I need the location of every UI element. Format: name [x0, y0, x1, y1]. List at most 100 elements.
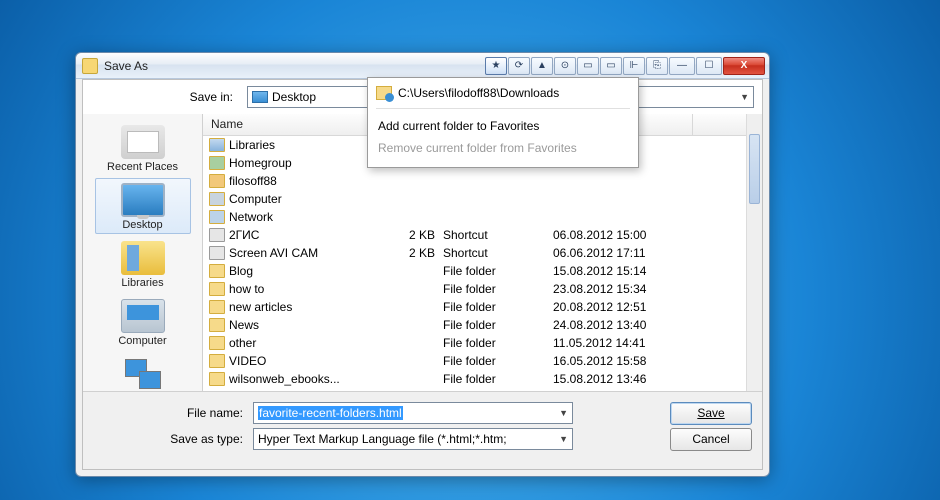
file-date: 23.08.2012 15:34: [553, 282, 693, 296]
file-icon: [209, 354, 225, 368]
file-name: News: [229, 318, 383, 332]
saveastype-combo[interactable]: Hyper Text Markup Language file (*.html;…: [253, 428, 573, 450]
file-icon: [209, 138, 225, 152]
toolbar-favorites-button[interactable]: ★: [485, 57, 507, 75]
scrollbar[interactable]: [746, 114, 762, 391]
favorites-recent-path: C:\Users\filodoff88\Downloads: [398, 86, 559, 100]
file-date: 24.08.2012 13:40: [553, 318, 693, 332]
save-in-value: Desktop: [272, 90, 316, 104]
app-icon: [82, 58, 98, 74]
chevron-down-icon: ▼: [740, 92, 749, 102]
file-name: Network: [229, 210, 383, 224]
col-name[interactable]: Name: [203, 114, 383, 135]
file-type: File folder: [443, 264, 553, 278]
file-name: Screen AVI CAM: [229, 246, 383, 260]
file-date: 11.05.2012 14:41: [553, 336, 693, 350]
file-name: Homegroup: [229, 156, 383, 170]
pi-net-icon: [121, 357, 165, 391]
pi-lib-icon: [121, 241, 165, 275]
cancel-button[interactable]: Cancel: [670, 428, 752, 451]
file-icon: [209, 246, 225, 260]
file-name: Libraries: [229, 138, 383, 152]
maximize-button[interactable]: ☐: [696, 57, 722, 75]
filename-label: File name:: [93, 406, 243, 420]
file-type: Shortcut: [443, 246, 553, 260]
save-in-label: Save in:: [91, 90, 241, 104]
file-name: new articles: [229, 300, 383, 314]
favorites-menu: C:\Users\filodoff88\Downloads Add curren…: [367, 77, 639, 168]
file-row[interactable]: 2ГИС2 KBShortcut06.08.2012 15:00: [203, 226, 762, 244]
file-date: 15.08.2012 13:46: [553, 372, 693, 386]
places-bar: Recent PlacesDesktopLibrariesComputerNet…: [83, 114, 203, 391]
file-size: 2 KB: [383, 246, 443, 260]
file-row[interactable]: Network: [203, 208, 762, 226]
toolbar-recent-button[interactable]: ⟳: [508, 57, 530, 75]
saveastype-value: Hyper Text Markup Language file (*.html;…: [258, 432, 507, 446]
pi-recent-icon: [121, 125, 165, 159]
minimize-button[interactable]: —: [669, 57, 695, 75]
file-row[interactable]: new articles File folder20.08.2012 12:51: [203, 298, 762, 316]
file-row[interactable]: Screen AVI CAM2 KBShortcut06.06.2012 17:…: [203, 244, 762, 262]
file-date: 16.05.2012 15:58: [553, 354, 693, 368]
toolbar-button-7[interactable]: ⊩: [623, 57, 645, 75]
file-row[interactable]: Computer: [203, 190, 762, 208]
save-button[interactable]: Save: [670, 402, 752, 425]
pi-desktop-icon: [121, 183, 165, 217]
file-name: how to: [229, 282, 383, 296]
file-icon: [209, 228, 225, 242]
place-desktop[interactable]: Desktop: [95, 178, 191, 234]
file-name: wilsonweb_ebooks...: [229, 372, 383, 386]
saveastype-label: Save as type:: [93, 432, 243, 446]
place-computer[interactable]: Computer: [95, 294, 191, 350]
close-button[interactable]: X: [723, 57, 765, 75]
toolbar-button-5[interactable]: ▭: [577, 57, 599, 75]
place-recent-places[interactable]: Recent Places: [95, 120, 191, 176]
toolbar-button-4[interactable]: ⊙: [554, 57, 576, 75]
chevron-down-icon[interactable]: ▼: [559, 434, 568, 444]
file-icon: [209, 210, 225, 224]
toolbar-button-6[interactable]: ▭: [600, 57, 622, 75]
toolbar-up-button[interactable]: ▲: [531, 57, 553, 75]
place-libraries[interactable]: Libraries: [95, 236, 191, 292]
file-row[interactable]: wilsonweb_ebooks... File folder15.08.2012…: [203, 370, 762, 388]
pi-comp-icon: [121, 299, 165, 333]
file-name: other: [229, 336, 383, 350]
file-icon: [209, 174, 225, 188]
file-type: File folder: [443, 372, 553, 386]
file-type: File folder: [443, 300, 553, 314]
place-label: Recent Places: [98, 161, 188, 173]
file-name: Blog: [229, 264, 383, 278]
file-type: File folder: [443, 354, 553, 368]
file-date: 15.08.2012 15:14: [553, 264, 693, 278]
file-name: 2ГИС: [229, 228, 383, 242]
chevron-down-icon[interactable]: ▼: [559, 408, 568, 418]
file-type: File folder: [443, 282, 553, 296]
file-type: File folder: [443, 318, 553, 332]
file-date: 20.08.2012 12:51: [553, 300, 693, 314]
bottom-panel: File name: favorite-recent-folders.html …: [83, 391, 762, 469]
dialog-title: Save As: [104, 59, 148, 73]
file-date: 06.06.2012 17:11: [553, 246, 693, 260]
place-label: Computer: [98, 335, 188, 347]
place-label: Desktop: [98, 219, 188, 231]
favorites-remove-item: Remove current folder from Favorites: [376, 137, 630, 159]
favorites-add-item[interactable]: Add current folder to Favorites: [376, 115, 630, 137]
file-icon: [209, 300, 225, 314]
toolbar-button-8[interactable]: ⎘: [646, 57, 668, 75]
file-type: File folder: [443, 336, 553, 350]
file-row[interactable]: how to File folder23.08.2012 15:34: [203, 280, 762, 298]
file-icon: [209, 282, 225, 296]
scrollbar-thumb[interactable]: [749, 134, 760, 204]
file-row[interactable]: other File folder11.05.2012 14:41: [203, 334, 762, 352]
file-icon: [209, 264, 225, 278]
file-row[interactable]: Blog File folder15.08.2012 15:14: [203, 262, 762, 280]
filename-field[interactable]: favorite-recent-folders.html ▼: [253, 402, 573, 424]
file-icon: [209, 156, 225, 170]
file-date: 06.08.2012 15:00: [553, 228, 693, 242]
titlebar[interactable]: Save As ★ ⟳ ▲ ⊙ ▭ ▭ ⊩ ⎘ — ☐ X: [76, 53, 769, 79]
file-row[interactable]: filosoff88: [203, 172, 762, 190]
filename-value: favorite-recent-folders.html: [258, 406, 403, 420]
file-row[interactable]: VIDEOFile folder16.05.2012 15:58: [203, 352, 762, 370]
favorites-recent-item[interactable]: C:\Users\filodoff88\Downloads: [376, 84, 630, 109]
file-row[interactable]: News File folder24.08.2012 13:40: [203, 316, 762, 334]
